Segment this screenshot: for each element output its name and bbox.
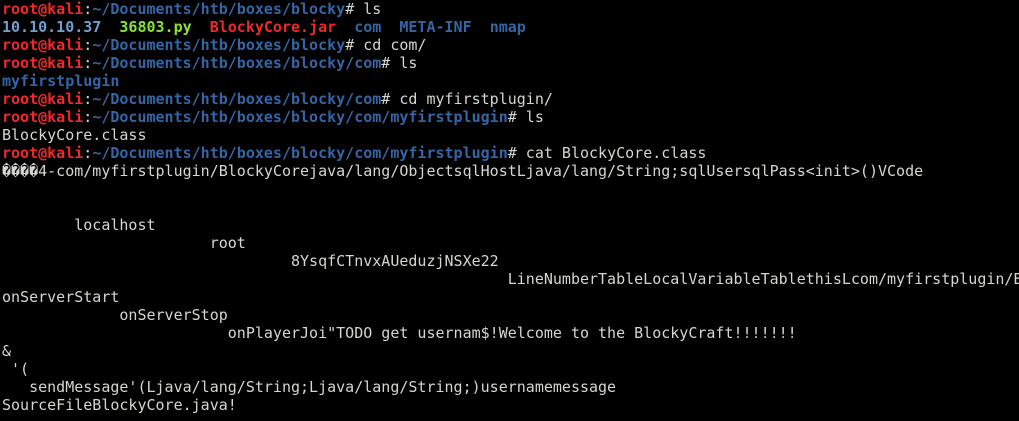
ls-output: myfirstplugin	[2, 72, 1019, 90]
output-line: LineNumberTableLocalVariableTablethisLco…	[2, 270, 1019, 288]
output-line: '(	[2, 360, 30, 378]
command-text: cat BlockyCore.class	[525, 144, 707, 162]
dir-meta-inf: META-INF	[399, 18, 472, 36]
prompt-user: root@kali	[2, 36, 84, 54]
command-text: ls	[399, 54, 418, 72]
output-line: onServerStop	[2, 306, 228, 324]
dir-com: com	[354, 18, 382, 36]
prompt-user: root@kali	[2, 0, 84, 18]
prompt-separator: :	[83, 108, 93, 126]
prompt-path: ~/Documents/htb/boxes/blocky/com	[92, 54, 382, 72]
prompt-user: root@kali	[2, 54, 84, 72]
prompt-separator: :	[83, 54, 93, 72]
prompt-line: root@kali:~/Documents/htb/boxes/blocky/c…	[2, 108, 1019, 126]
prompt-line: root@kali:~/Documents/htb/boxes/blocky# …	[2, 0, 1019, 18]
prompt-user: root@kali	[2, 90, 84, 108]
dir-myfirstplugin: myfirstplugin	[2, 72, 120, 90]
output-line: BlockyCore.class	[2, 126, 147, 144]
output-line: ����4-com/myfirstplugin/BlockyCorejava/l…	[2, 162, 924, 180]
ls-output: 10.10.10.37 36803.py BlockyCore.jar com …	[2, 18, 1019, 36]
output-line: onPlayerJoi"TODO get usernam$!Welcome to…	[2, 324, 797, 342]
prompt-line: root@kali:~/Documents/htb/boxes/blocky/c…	[2, 54, 1019, 72]
prompt-separator: :	[83, 90, 93, 108]
prompt-separator: :	[83, 0, 93, 18]
prompt-symbol: #	[507, 144, 526, 162]
dir-nmap: nmap	[489, 18, 526, 36]
output-line: root	[2, 234, 246, 252]
prompt-user: root@kali	[2, 144, 84, 162]
prompt-symbol: #	[345, 0, 364, 18]
prompt-path: ~/Documents/htb/boxes/blocky/com/myfirst…	[92, 108, 508, 126]
command-text: cd myfirstplugin/	[399, 90, 553, 108]
terminal-window[interactable]: root@kali:~/Documents/htb/boxes/blocky# …	[0, 0, 1019, 421]
prompt-path: ~/Documents/htb/boxes/blocky	[92, 36, 346, 54]
prompt-path: ~/Documents/htb/boxes/blocky	[92, 0, 346, 18]
command-text: ls	[363, 0, 382, 18]
output-line: SourceFileBlockyCore.java!	[2, 396, 237, 414]
prompt-line: root@kali:~/Documents/htb/boxes/blocky/c…	[2, 144, 1019, 162]
command-text: cd com/	[363, 36, 427, 54]
prompt-separator: :	[83, 144, 93, 162]
prompt-line: root@kali:~/Documents/htb/boxes/blocky# …	[2, 36, 1019, 54]
prompt-symbol: #	[381, 54, 400, 72]
output-line: sendMessage'(Ljava/lang/String;Ljava/lan…	[2, 378, 617, 396]
prompt-path: ~/Documents/htb/boxes/blocky/com	[92, 90, 382, 108]
prompt-line: root@kali:~/Documents/htb/boxes/blocky/c…	[2, 90, 1019, 108]
prompt-user: root@kali	[2, 108, 84, 126]
output-line: &	[2, 342, 12, 360]
prompt-path: ~/Documents/htb/boxes/blocky/com/myfirst…	[92, 144, 508, 162]
output-line: 8YsqfCTnvxAUeduzjNSXe22	[2, 252, 499, 270]
prompt-symbol: #	[507, 108, 526, 126]
output-line: onServerStart	[2, 288, 120, 306]
prompt-separator: :	[83, 36, 93, 54]
file-jar: BlockyCore.jar	[209, 18, 337, 36]
output-line: localhost	[2, 216, 156, 234]
prompt-symbol: #	[381, 90, 400, 108]
file-ip: 10.10.10.37	[2, 18, 102, 36]
file-python: 36803.py	[119, 18, 192, 36]
command-text: ls	[525, 108, 544, 126]
prompt-symbol: #	[345, 36, 364, 54]
